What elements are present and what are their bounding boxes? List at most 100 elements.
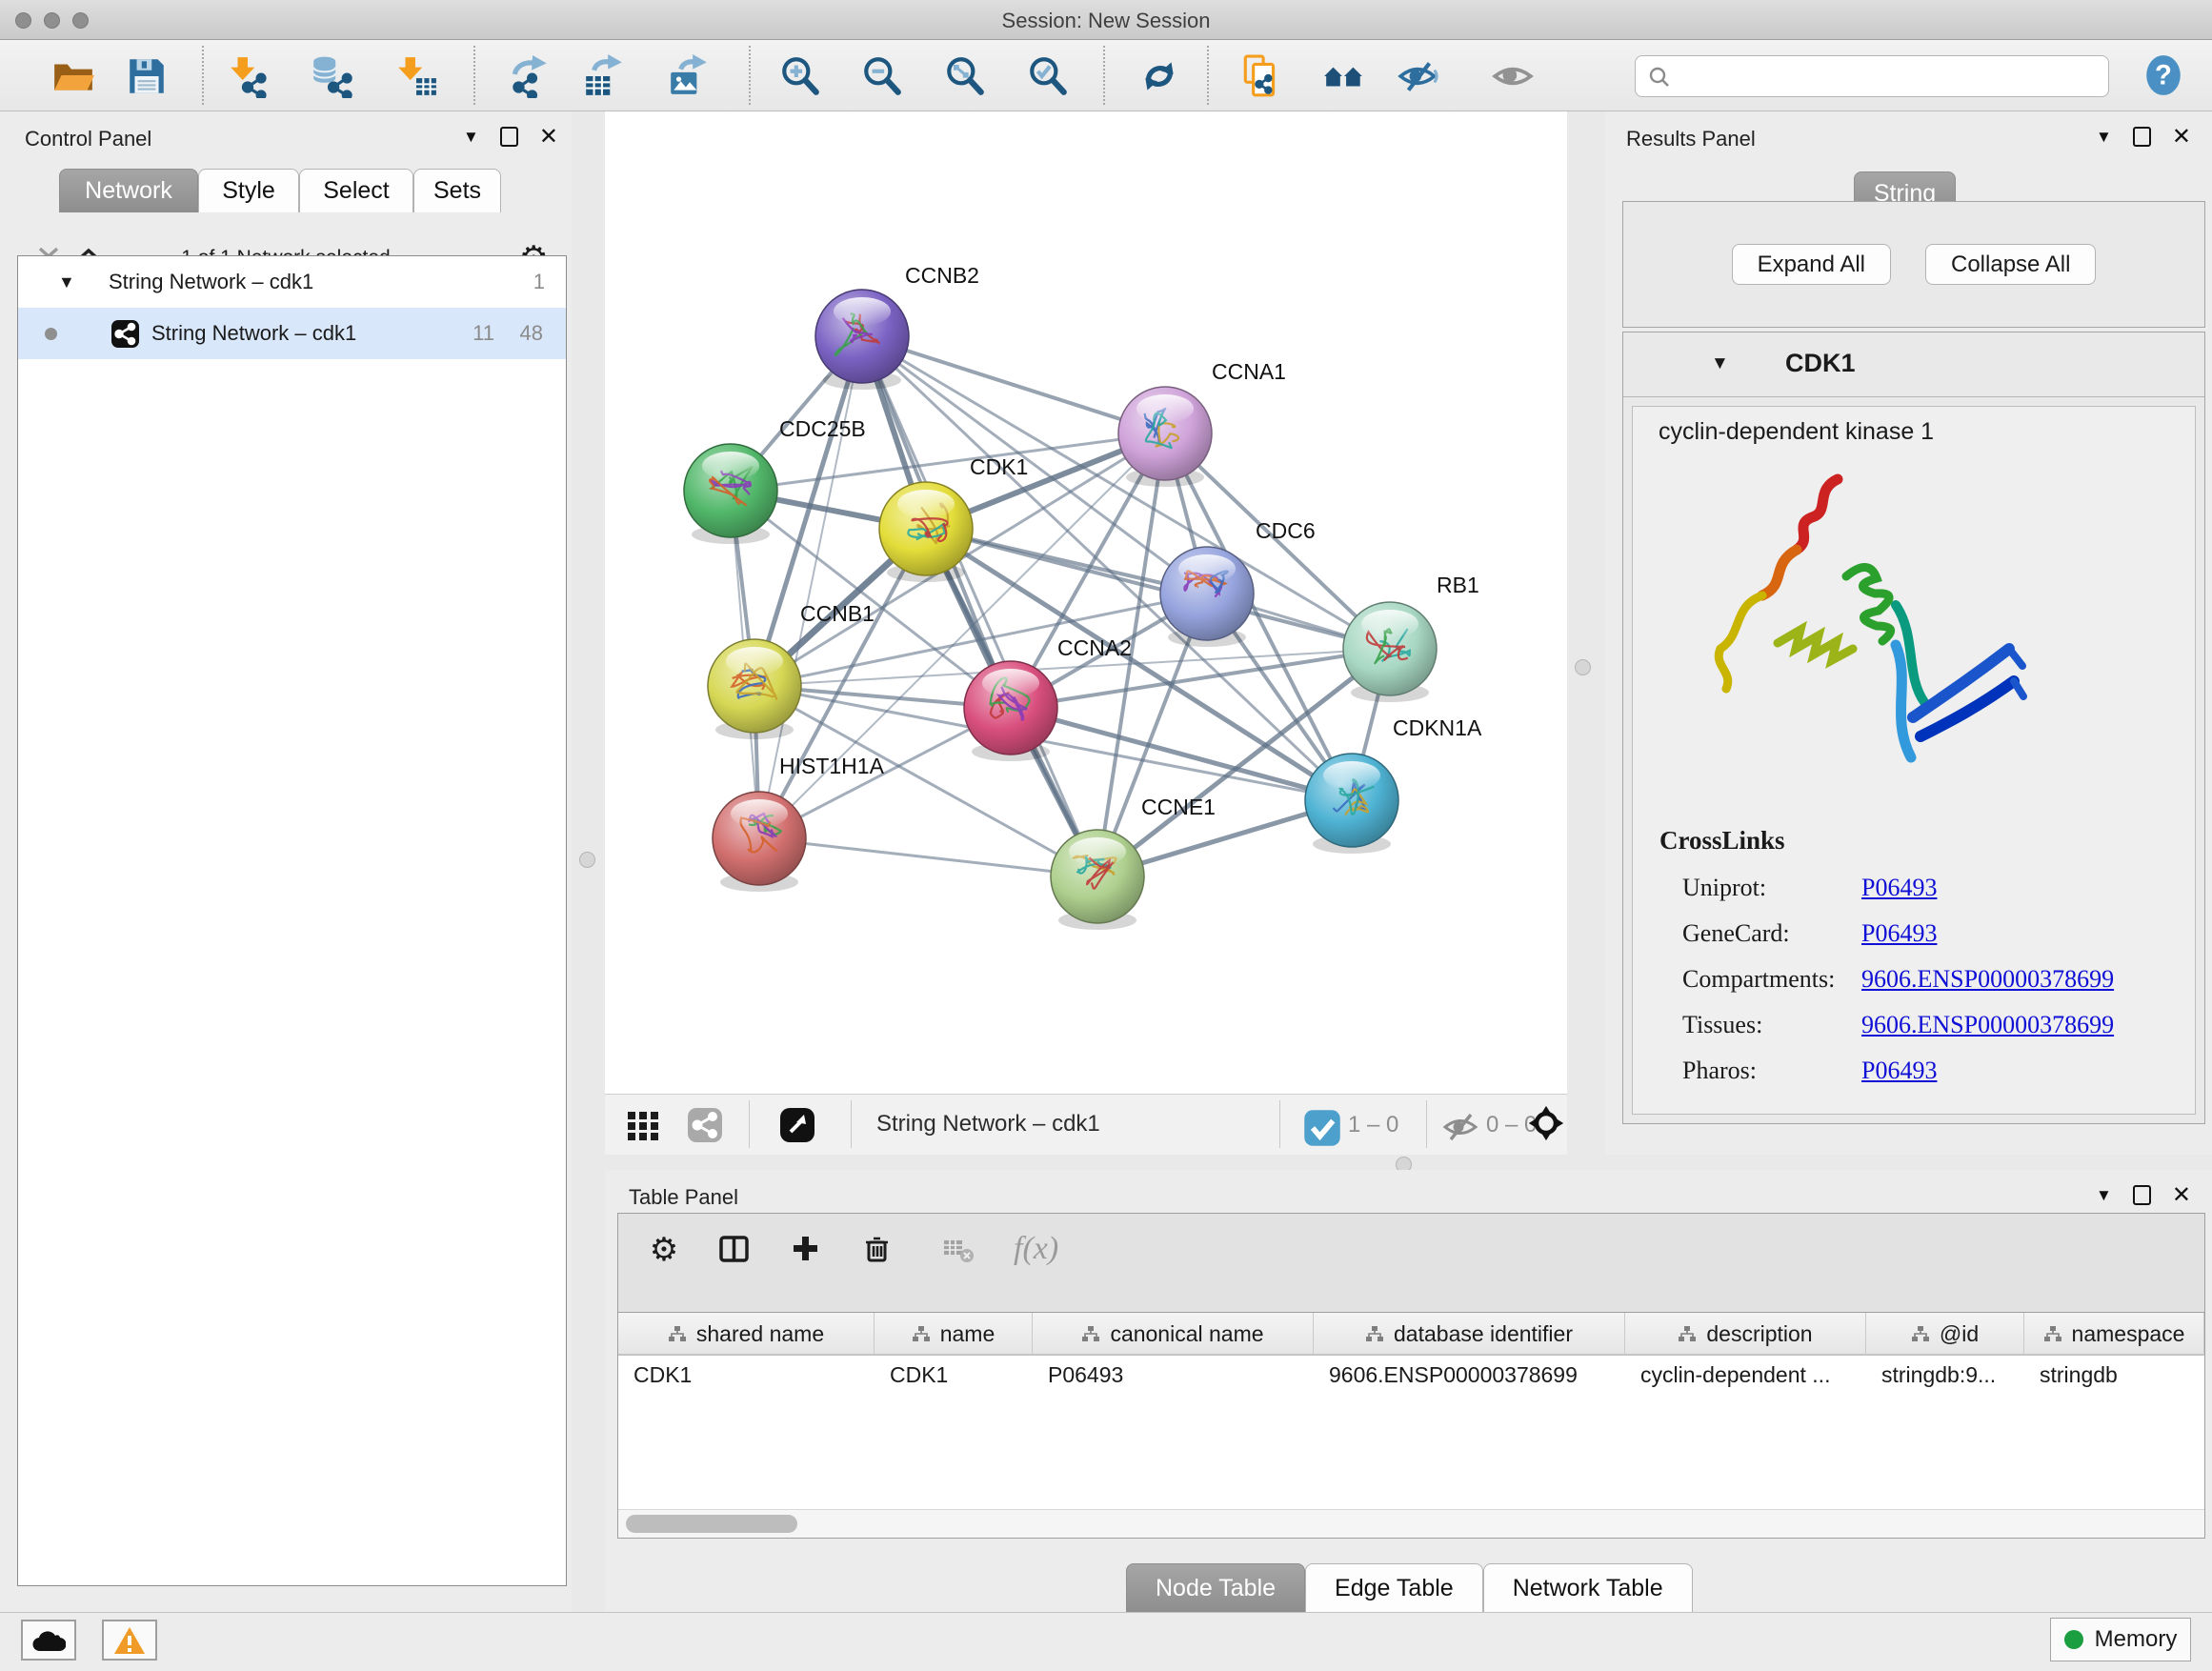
column-tree-icon [1081, 1325, 1100, 1344]
selected-checkbox-icon[interactable] [1303, 1109, 1334, 1139]
string-app-icon [111, 320, 139, 348]
table-cell[interactable]: stringdb:9... [1866, 1356, 2024, 1394]
right-splitter-handle[interactable] [1575, 659, 1591, 675]
table-panel-float-button[interactable] [2133, 1185, 2151, 1205]
node-CDC25B[interactable] [684, 444, 777, 544]
memory-button[interactable]: Memory [2050, 1618, 2191, 1661]
column-header--id[interactable]: @id [1866, 1313, 2024, 1356]
import-table-file-button[interactable] [394, 54, 438, 98]
memory-ok-dot-icon [2064, 1630, 2083, 1649]
protein-header-row[interactable]: ▼ CDK1 [1623, 332, 2204, 397]
protein-caret-icon[interactable]: ▼ [1711, 353, 1729, 374]
table-cell[interactable]: P06493 [1033, 1356, 1314, 1394]
node-CCNB1[interactable] [708, 639, 801, 739]
apply-preferred-layout-button[interactable] [1137, 54, 1181, 98]
column-header-shared-name[interactable]: shared name [618, 1313, 875, 1356]
show-columns-button[interactable] [718, 1233, 753, 1267]
warning-status-button[interactable] [102, 1620, 157, 1661]
crosslink-link[interactable]: 9606.ENSP00000378699 [1861, 1011, 2114, 1039]
control-panel-menu-caret[interactable]: ▼ [463, 128, 479, 147]
crosslink-link[interactable]: P06493 [1861, 874, 1937, 902]
tab-network[interactable]: Network [59, 169, 198, 212]
search-input[interactable] [1679, 58, 2099, 94]
fit-selected-crosshair-icon[interactable] [1527, 1104, 1569, 1146]
results-panel-menu-caret[interactable]: ▼ [2096, 128, 2112, 147]
add-column-button[interactable] [790, 1233, 824, 1267]
viewbar-separator [749, 1100, 750, 1148]
table-panel-menu-caret[interactable]: ▼ [2096, 1186, 2112, 1205]
table-panel-close-button[interactable]: ✕ [2172, 1186, 2191, 1205]
network-collection-row[interactable]: ▼ String Network – cdk1 1 [18, 256, 566, 308]
import-network-file-icon [227, 54, 271, 98]
table-settings-button[interactable]: ⚙ [647, 1233, 681, 1267]
node-CCNE1[interactable] [1051, 830, 1144, 930]
export-table-button[interactable] [582, 54, 626, 98]
function-builder-button[interactable]: f(x) [1014, 1231, 1058, 1267]
column-header-label: database identifier [1394, 1321, 1573, 1347]
delete-table-button [942, 1233, 976, 1267]
tab-sets[interactable]: Sets [413, 169, 501, 212]
table-cell[interactable]: stringdb [2024, 1356, 2204, 1394]
column-header-label: namespace [2072, 1321, 2185, 1347]
column-header-description[interactable]: description [1625, 1313, 1866, 1356]
crosslink-link[interactable]: 9606.ENSP00000378699 [1861, 965, 2114, 994]
table-scrollbar-thumb[interactable] [626, 1515, 797, 1533]
column-header-name[interactable]: name [875, 1313, 1033, 1356]
grid-view-icon[interactable] [624, 1106, 662, 1144]
control-panel-float-button[interactable] [500, 127, 518, 147]
column-header-canonical-name[interactable]: canonical name [1033, 1313, 1314, 1356]
show-all-button[interactable] [1491, 54, 1535, 98]
viewbar-separator [1279, 1100, 1280, 1148]
hide-selected-button[interactable] [1398, 54, 1441, 98]
collapse-all-button[interactable]: Collapse All [1925, 244, 2096, 285]
left-splitter-handle[interactable] [579, 852, 595, 868]
column-header-database-identifier[interactable]: database identifier [1314, 1313, 1625, 1356]
node-CCNA1[interactable] [1118, 387, 1212, 487]
export-network-button[interactable] [509, 54, 553, 98]
tab-style[interactable]: Style [198, 169, 299, 212]
zoom-selected-button[interactable] [1026, 54, 1070, 98]
import-network-database-button[interactable] [310, 54, 353, 98]
zoom-out-button[interactable] [860, 54, 904, 98]
protein-description: cyclin-dependent kinase 1 [1659, 418, 1934, 446]
tab-edge-table[interactable]: Edge Table [1305, 1563, 1483, 1613]
import-network-file-button[interactable] [227, 54, 271, 98]
table-cell[interactable]: CDK1 [875, 1356, 1033, 1394]
new-network-from-selection-button[interactable] [1239, 54, 1283, 98]
crosslink-row: Compartments:9606.ENSP00000378699 [1659, 956, 2114, 1002]
first-neighbors-button[interactable] [1322, 54, 1366, 98]
column-tree-icon [1911, 1325, 1930, 1344]
hide-selected-icon [1398, 54, 1441, 98]
tab-select[interactable]: Select [299, 169, 413, 212]
column-header-namespace[interactable]: namespace [2024, 1313, 2204, 1356]
node-CCNA2[interactable] [964, 661, 1057, 761]
table-cell[interactable]: 9606.ENSP00000378699 [1314, 1356, 1625, 1394]
export-image-button[interactable] [667, 54, 711, 98]
delete-column-button[interactable] [861, 1233, 895, 1267]
node-CDKN1A[interactable] [1305, 754, 1398, 854]
crosslink-link[interactable]: P06493 [1861, 919, 1937, 948]
cloud-status-button[interactable] [21, 1620, 76, 1661]
collection-caret-icon[interactable]: ▼ [58, 272, 75, 292]
results-panel-close-button[interactable]: ✕ [2172, 128, 2191, 147]
network-row-selected[interactable]: String Network – cdk1 11 48 [18, 308, 566, 359]
network-canvas[interactable]: CCNB2CCNA1CDC25BCDK1CDC6RB1CCNB1CCNA2CDK… [605, 111, 1567, 1094]
node-CDK1[interactable] [879, 482, 973, 582]
help-button[interactable]: ? [2142, 53, 2185, 97]
node-HIST1H1A[interactable] [713, 792, 806, 892]
control-panel-close-button[interactable]: ✕ [539, 128, 558, 147]
zoom-fit-button[interactable] [943, 54, 987, 98]
node-RB1[interactable] [1343, 602, 1437, 702]
open-session-button[interactable] [51, 54, 95, 98]
results-panel-float-button[interactable] [2133, 127, 2151, 147]
tab-node-table[interactable]: Node Table [1126, 1563, 1305, 1613]
birds-eye-view-icon[interactable] [778, 1106, 816, 1144]
table-cell[interactable]: CDK1 [618, 1356, 875, 1394]
save-session-button[interactable] [125, 54, 169, 98]
expand-all-button[interactable]: Expand All [1732, 244, 1891, 285]
network-share-icon[interactable] [686, 1106, 724, 1144]
table-cell[interactable]: cyclin-dependent ... [1625, 1356, 1866, 1394]
zoom-in-button[interactable] [778, 54, 822, 98]
crosslink-link[interactable]: P06493 [1861, 1057, 1937, 1085]
tab-network-table[interactable]: Network Table [1483, 1563, 1693, 1613]
